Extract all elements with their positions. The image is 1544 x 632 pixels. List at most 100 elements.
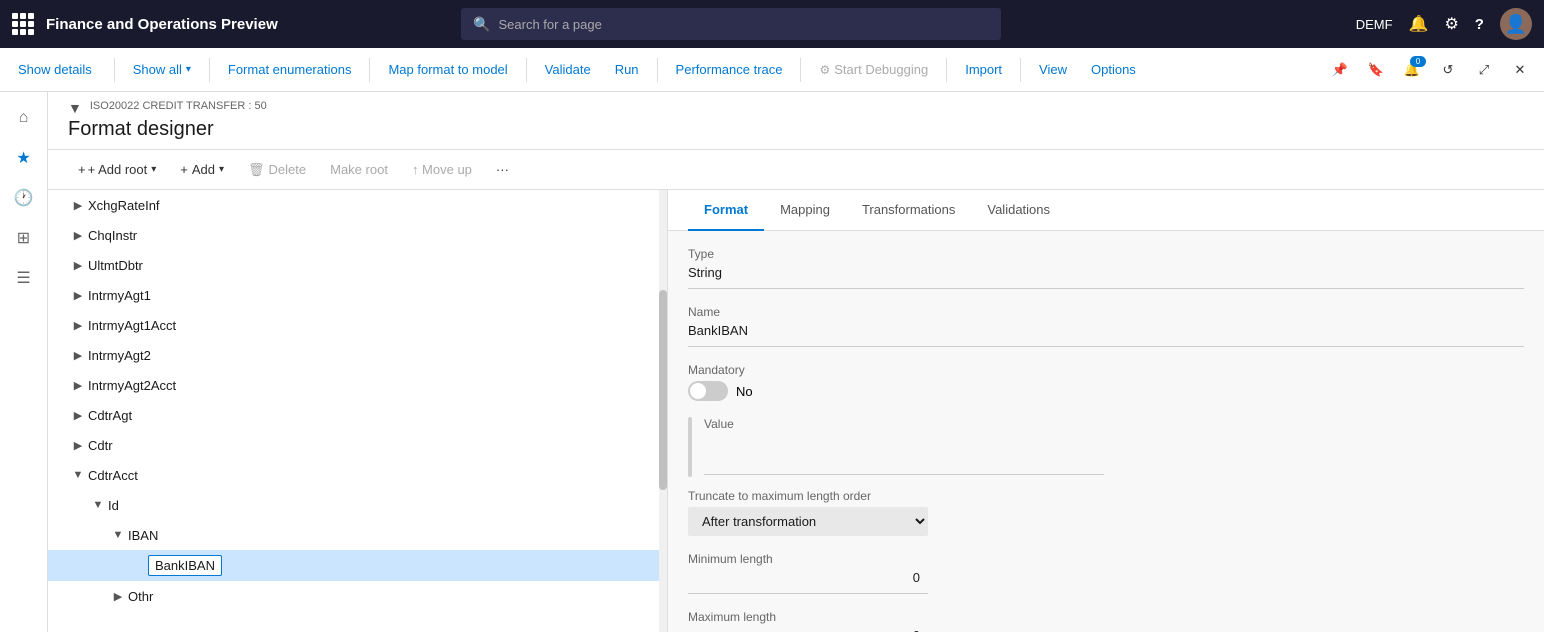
show-all-button[interactable]: Show all ▾ [123,58,201,81]
chevron-right-icon: ▶ [68,409,88,422]
sidebar-icon-panel: ⌂ ★ 🕐 ⊞ ☰ [0,92,48,632]
name-value[interactable]: BankIBAN [688,323,1524,347]
toolbar-separator-5 [657,58,658,82]
settings-icon[interactable]: ⚙ [1444,14,1458,34]
chevron-right-icon: ▶ [108,590,128,603]
name-property: Name BankIBAN [688,305,1524,347]
mandatory-property: Mandatory No [688,363,1524,401]
delete-button[interactable]: 🗑 Delete [238,158,316,182]
chevron-down-icon: ▼ [68,469,88,481]
page-title: Format designer [68,118,1524,141]
mandatory-value: No [736,384,753,399]
view-button[interactable]: View [1029,58,1077,81]
max-length-value[interactable]: 0 [688,628,928,632]
type-value: String [688,265,1524,289]
chevron-right-icon: ▶ [68,379,88,392]
chevron-right-icon: ▶ [68,259,88,272]
tree-item-intrmyAgt2[interactable]: ▶ IntrmyAgt2 [48,340,667,370]
tab-validations[interactable]: Validations [971,190,1066,231]
notification-icon[interactable]: 🔔 [1409,14,1429,34]
tab-format[interactable]: Format [688,190,764,231]
tree-item-bankIBAN[interactable]: BankIBAN [48,550,667,581]
performance-trace-button[interactable]: Performance trace [666,58,793,81]
value-input[interactable] [704,435,1104,475]
more-button[interactable]: ··· [486,158,519,181]
min-length-value[interactable]: 0 [688,570,928,594]
delete-icon: 🗑 [248,162,265,178]
tree-item-cdtr[interactable]: ▶ Cdtr [48,430,667,460]
breadcrumb: ISO20022 CREDIT TRANSFER : 50 [90,100,267,112]
truncate-label: Truncate to maximum length order [688,489,1524,503]
mandatory-label: Mandatory [688,363,1524,377]
tree-scroll-thumb [659,290,667,490]
show-all-chevron-icon: ▾ [186,64,191,75]
map-format-to-model-button[interactable]: Map format to model [378,58,517,81]
home-sidebar-button[interactable]: ⌂ [6,100,42,136]
tab-mapping[interactable]: Mapping [764,190,846,231]
tree-item-id[interactable]: ▼ Id [48,490,667,520]
show-details-button[interactable]: Show details [8,58,102,81]
value-field-wrapper: Value [704,417,1104,475]
make-root-button[interactable]: Make root [320,158,398,181]
mandatory-toggle[interactable] [688,381,728,401]
tree-item-intrmyAgt1[interactable]: ▶ IntrmyAgt1 [48,280,667,310]
tab-transformations[interactable]: Transformations [846,190,971,231]
truncate-select[interactable]: After transformation [688,507,928,536]
notification-badge-button[interactable]: 🔔0 [1396,54,1428,86]
selected-item-label: BankIBAN [148,555,222,576]
expand-icon-button[interactable]: ⤢ [1468,54,1500,86]
start-debugging-button[interactable]: ⚙ Start Debugging [809,58,938,81]
pin-icon-button[interactable]: 📌 [1324,54,1356,86]
options-button[interactable]: Options [1081,58,1146,81]
validate-button[interactable]: Validate [535,58,601,81]
recent-sidebar-button[interactable]: 🕐 [6,180,42,216]
add-chevron-icon: ▾ [219,164,224,175]
add-icon: + [180,162,188,177]
chevron-right-icon: ▶ [68,229,88,242]
app-grid-icon[interactable] [12,13,34,35]
chevron-down-icon: ▼ [88,499,108,511]
star-sidebar-button[interactable]: ★ [6,140,42,176]
toolbar-separator-8 [1020,58,1021,82]
tree-item-cdtrAcct[interactable]: ▼ CdtrAcct [48,460,667,490]
search-icon: 🔍 [473,16,490,33]
import-button[interactable]: Import [955,58,1012,81]
chevron-right-icon: ▶ [68,439,88,452]
user-avatar[interactable]: 👤 [1500,8,1532,40]
tree-item-chqInstr[interactable]: ▶ ChqInstr [48,220,667,250]
truncate-property: Truncate to maximum length order After t… [688,489,1524,536]
bookmark-icon-button[interactable]: 🔖 [1360,54,1392,86]
toolbar-separator-1 [114,58,115,82]
tree-item-intrmyAgt1Acct[interactable]: ▶ IntrmyAgt1Acct [48,310,667,340]
close-icon-button[interactable]: ✕ [1504,54,1536,86]
help-icon[interactable]: ? [1475,16,1484,33]
section-bar [688,417,692,477]
move-up-button[interactable]: ↑ Move up [402,158,482,181]
search-input[interactable] [499,17,990,32]
filter-icon[interactable]: ▼ [68,100,82,116]
chevron-right-icon: ▶ [68,199,88,212]
tree-item-ultmtDbtr[interactable]: ▶ UltmtDbtr [48,250,667,280]
tree-scrollbar[interactable] [659,190,667,632]
tree-item-othr[interactable]: ▶ Othr [48,581,667,611]
mandatory-toggle-row: No [688,381,1524,401]
add-root-button[interactable]: + + Add root ▾ [68,158,166,181]
list-sidebar-button[interactable]: ☰ [6,260,42,296]
add-button[interactable]: + Add ▾ [170,158,234,181]
run-button[interactable]: Run [605,58,649,81]
tree-item-intrmyAgt2Acct[interactable]: ▶ IntrmyAgt2Acct [48,370,667,400]
top-nav-bar: Finance and Operations Preview 🔍 DEMF 🔔 … [0,0,1544,48]
chevron-down-icon: ▼ [108,529,128,541]
properties-panel: Type String Name BankIBAN Mandatory [668,231,1544,632]
user-name: DEMF [1356,17,1393,32]
tree-item-cdtrAgt[interactable]: ▶ CdtrAgt [48,400,667,430]
refresh-icon-button[interactable]: ↺ [1432,54,1464,86]
table-sidebar-button[interactable]: ⊞ [6,220,42,256]
global-search[interactable]: 🔍 [461,8,1001,40]
chevron-right-icon: ▶ [68,349,88,362]
content-toolbar: + + Add root ▾ + Add ▾ 🗑 Delete Make roo… [48,150,1544,190]
tree-panel: ▶ XchgRateInf ▶ ChqInstr ▶ UltmtDbtr ▶ I [48,190,668,632]
format-enumerations-button[interactable]: Format enumerations [218,58,362,81]
tree-item-iban[interactable]: ▼ IBAN [48,520,667,550]
tree-item-xchrateInf[interactable]: ▶ XchgRateInf [48,190,667,220]
